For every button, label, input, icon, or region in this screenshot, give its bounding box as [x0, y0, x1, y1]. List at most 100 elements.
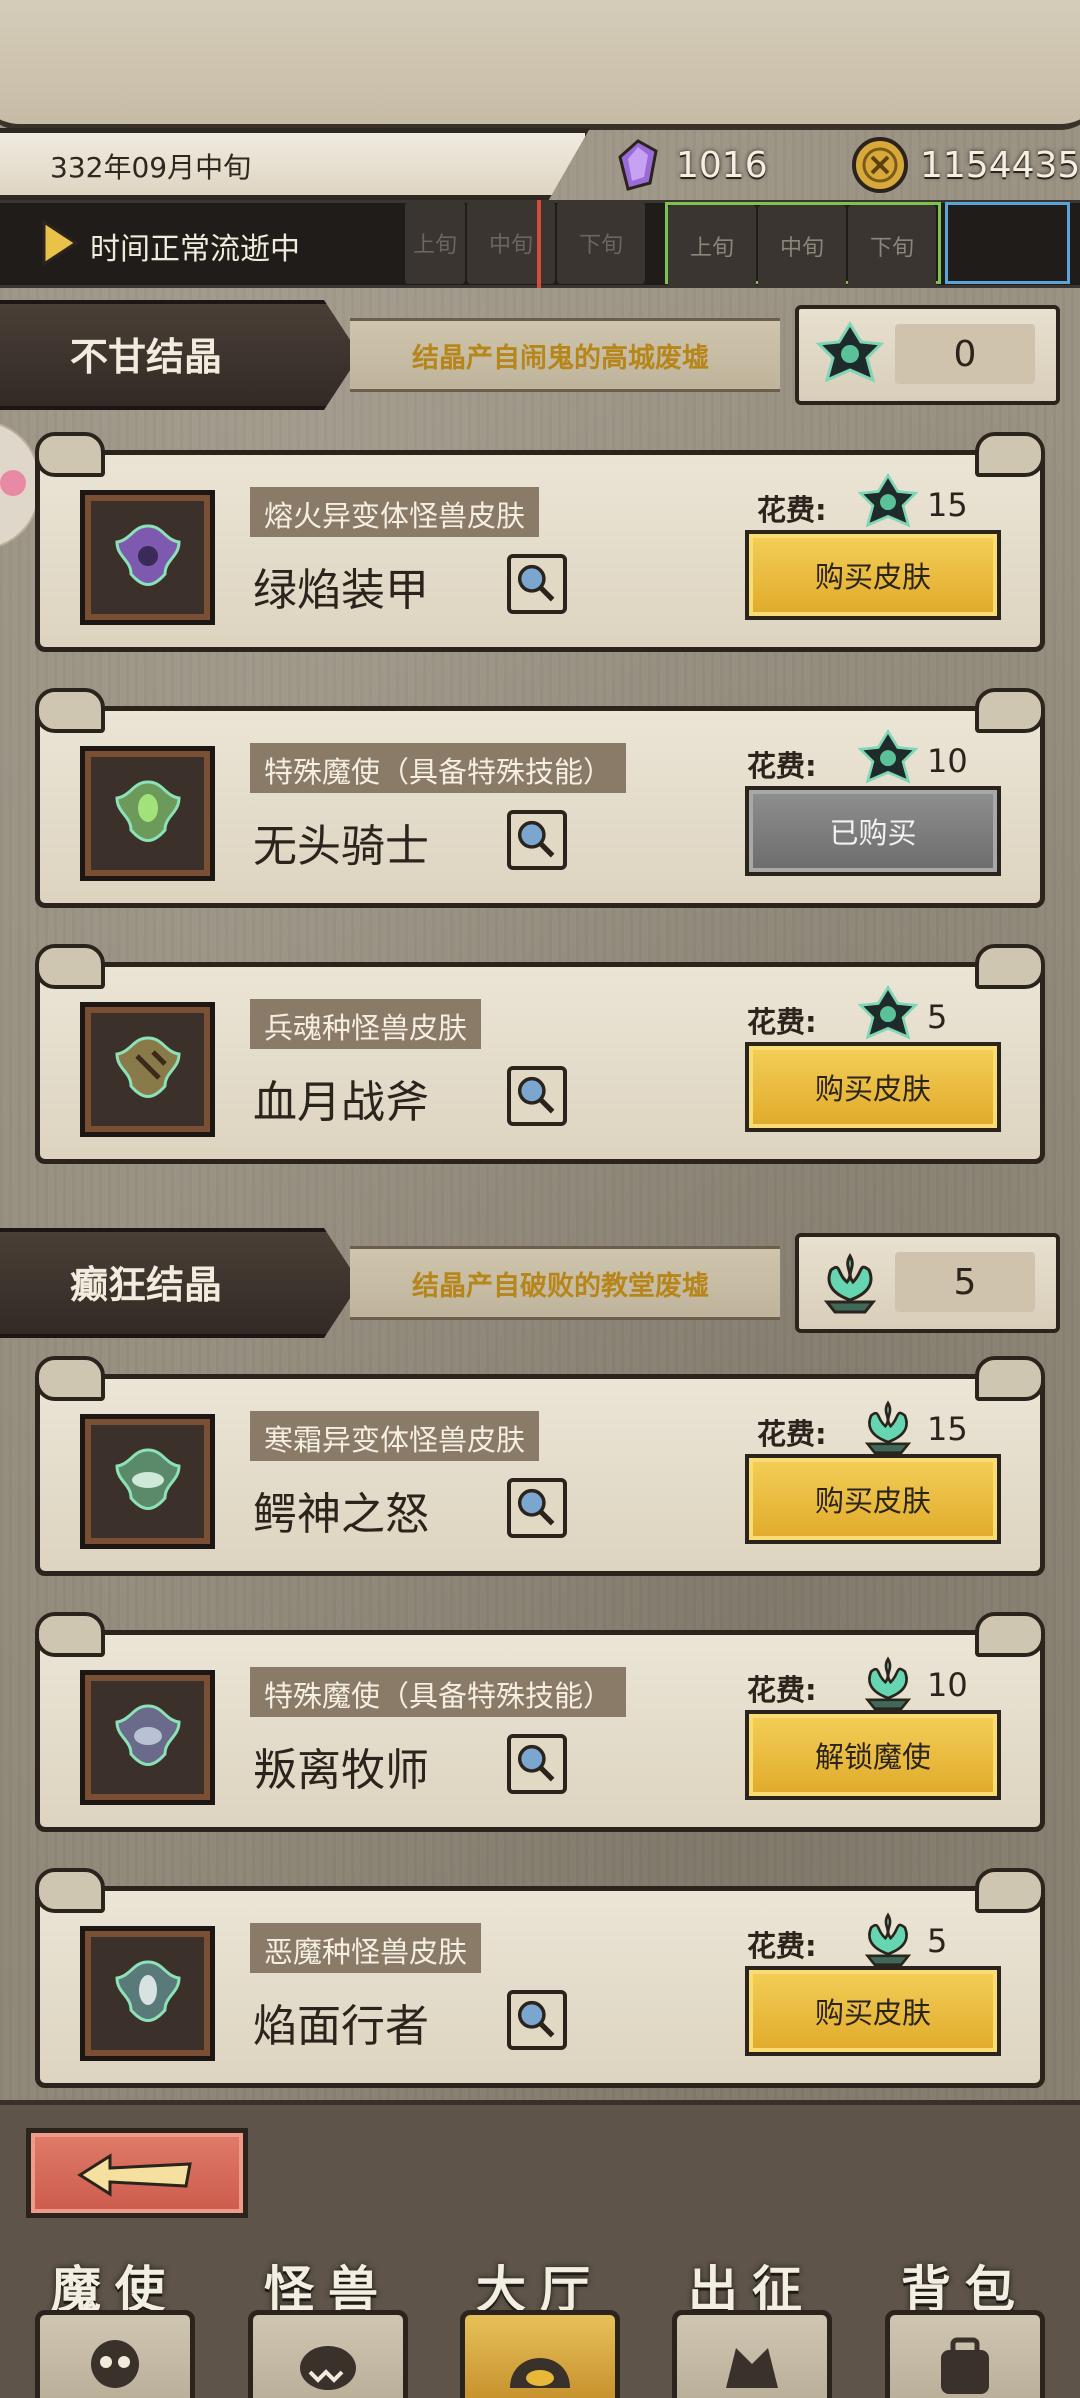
- item-name: 叛离牧师: [253, 1745, 429, 1796]
- green-flame-crystal-icon: [864, 1912, 912, 1967]
- section-desc: 结晶产自闹鬼的高城废墟: [412, 343, 709, 374]
- nav-hall[interactable]: 大厅: [440, 2250, 640, 2398]
- cost-label: 花费:: [747, 1929, 817, 1963]
- item-name: 血月战斧: [253, 1077, 429, 1128]
- time-status: 时间正常流逝中: [90, 232, 300, 267]
- cost-amount: 5: [927, 998, 948, 1036]
- inspect-button[interactable]: [507, 810, 567, 870]
- shop-item-card: 兵魂种怪兽皮肤 血月战斧 花费: 5 购买皮肤: [35, 944, 1045, 1174]
- segment-label: 上旬: [405, 202, 465, 284]
- nav-expedition[interactable]: 出征: [652, 2250, 852, 2398]
- segment-label: 下旬: [848, 205, 936, 287]
- buy-skin-button[interactable]: 购买皮肤: [745, 1042, 1001, 1132]
- scroll-curl-left: [35, 1356, 105, 1401]
- monster-skin-icon: [115, 524, 181, 586]
- scroll-curl-right: [975, 1612, 1045, 1657]
- cost-amount: 15: [927, 1410, 968, 1448]
- gem-counter[interactable]: 1016: [610, 130, 768, 200]
- nav-envoy[interactable]: 魔使: [15, 2250, 215, 2398]
- game-date: 332年09月中旬: [50, 151, 252, 184]
- item-name: 绿焰装甲: [253, 565, 429, 616]
- shop-item-card: 熔火异变体怪兽皮肤 绿焰装甲 花费: 15 购买皮肤: [35, 432, 1045, 662]
- crystal-count: 0: [895, 324, 1035, 384]
- play-icon[interactable]: [40, 218, 80, 268]
- magnifier-icon: [517, 2000, 555, 2038]
- cost-label: 花费:: [747, 749, 817, 783]
- item-tag: 寒霜异变体怪兽皮肤: [250, 1411, 540, 1461]
- scroll-curl-left: [35, 1612, 105, 1657]
- scroll-curl-left: [35, 688, 105, 733]
- cost-label: 花费:: [747, 1005, 817, 1039]
- top-scroll-decoration: [0, 0, 1080, 130]
- scroll-curl-left: [35, 432, 105, 477]
- skull-icon: [91, 2340, 139, 2388]
- crystal-count: 5: [895, 1252, 1035, 1312]
- item-name: 无头骑士: [253, 821, 429, 872]
- monster-icon: [300, 2346, 356, 2390]
- section-desc: 结晶产自破败的教堂废墟: [412, 1271, 709, 1302]
- hall-icon: [510, 2358, 570, 2388]
- scroll-curl-right: [975, 944, 1045, 989]
- dark-crystal-icon: [857, 984, 919, 1040]
- flame-mask-icon: [115, 1960, 181, 2022]
- cost-label: 花费:: [747, 1673, 817, 1707]
- item-name: 焰面行者: [253, 2001, 429, 2052]
- gem-count: 1016: [676, 144, 768, 186]
- inspect-button[interactable]: [507, 1066, 567, 1126]
- shop-item-card: 恶魔种怪兽皮肤 焰面行者 花费: 5 购买皮肤: [35, 1868, 1045, 2098]
- unlock-envoy-button[interactable]: 解锁魔使: [745, 1710, 1001, 1800]
- scroll-curl-right: [975, 1356, 1045, 1401]
- cost-amount: 10: [927, 742, 968, 780]
- segment-label: 下旬: [557, 202, 645, 284]
- dark-crystal-icon: [857, 728, 919, 784]
- buy-skin-button[interactable]: 购买皮肤: [745, 1966, 1001, 2056]
- cost-label: 花费:: [757, 1417, 827, 1451]
- nav-monster[interactable]: 怪兽: [228, 2250, 428, 2398]
- scroll-curl-right: [975, 1868, 1045, 1913]
- inspect-button[interactable]: [507, 1478, 567, 1538]
- expedition-icon: [726, 2348, 778, 2388]
- item-tag: 特殊魔使（具备特殊技能）: [250, 743, 627, 793]
- dark-crystal-icon: [815, 321, 885, 383]
- nav-backpack[interactable]: 背包: [865, 2250, 1065, 2398]
- purple-gem-icon: [618, 139, 658, 191]
- section-header-buganjiejing: 不甘结晶 结晶产自闹鬼的高城废墟 0: [0, 300, 1080, 410]
- buy-skin-button[interactable]: 购买皮肤: [745, 530, 1001, 620]
- buy-skin-button[interactable]: 购买皮肤: [745, 1454, 1001, 1544]
- magnifier-icon: [517, 1076, 555, 1114]
- green-flame-crystal-icon: [864, 1400, 912, 1455]
- item-tag: 恶魔种怪兽皮肤: [250, 1923, 482, 1973]
- shop-item-card: 特殊魔使（具备特殊技能） 无头骑士 花费: 10 已购买: [35, 688, 1045, 918]
- backpack-icon: [941, 2337, 989, 2394]
- dark-crystal-icon: [857, 472, 919, 528]
- inspect-button[interactable]: [507, 1734, 567, 1794]
- item-tag: 特殊魔使（具备特殊技能）: [250, 1667, 627, 1717]
- segment-label: 中旬: [758, 205, 846, 287]
- green-flame-crystal-icon: [823, 1253, 877, 1314]
- war-axe-icon: [115, 1036, 181, 1098]
- item-name: 鳄神之怒: [253, 1489, 429, 1540]
- time-segment-current: 上旬 中旬 下旬: [405, 202, 647, 284]
- time-marker: [537, 200, 541, 288]
- cost-amount: 10: [927, 1666, 968, 1704]
- gold-coin-icon: [852, 137, 908, 193]
- priest-icon: [115, 1704, 181, 1766]
- back-arrow-icon: [77, 2153, 192, 2197]
- segment-label: 中旬: [467, 202, 555, 284]
- shop-item-card: 寒霜异变体怪兽皮肤 鳄神之怒 花费: 15 购买皮肤: [35, 1356, 1045, 1586]
- scroll-curl-right: [975, 432, 1045, 477]
- coin-counter[interactable]: 1154435: [850, 130, 1080, 200]
- inspect-button[interactable]: [507, 554, 567, 614]
- time-segment-next: 上旬 中旬 下旬: [665, 202, 941, 287]
- magnifier-icon: [517, 1744, 555, 1782]
- time-segment-future: [945, 202, 1070, 284]
- scroll-curl-left: [35, 944, 105, 989]
- shop-item-card: 特殊魔使（具备特殊技能） 叛离牧师 花费: 10 解锁魔使: [35, 1612, 1045, 1842]
- scroll-curl-right: [975, 688, 1045, 733]
- cost-amount: 15: [927, 486, 968, 524]
- inspect-button[interactable]: [507, 1990, 567, 2050]
- purchased-button: 已购买: [745, 786, 1001, 876]
- coin-count: 1154435: [920, 144, 1080, 186]
- floating-assistant-icon: [0, 470, 26, 496]
- green-flame-crystal-icon: [864, 1656, 912, 1711]
